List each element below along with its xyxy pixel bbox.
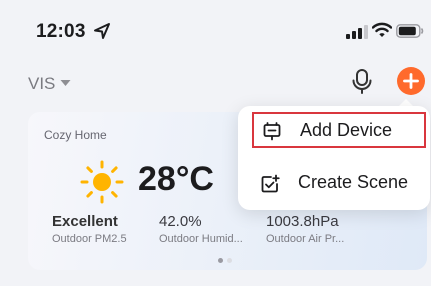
create-scene-icon bbox=[261, 174, 280, 193]
microphone-icon[interactable] bbox=[350, 68, 374, 94]
page-dot-active bbox=[218, 258, 223, 263]
add-icon bbox=[403, 73, 419, 89]
metric-value: Excellent bbox=[52, 213, 118, 230]
menu-item-label: Add Device bbox=[300, 120, 393, 140]
chevron-down-icon[interactable] bbox=[60, 79, 71, 87]
metric-value: 42.0% bbox=[159, 213, 202, 230]
menu-item-create-scene[interactable]: Create Scene bbox=[252, 164, 422, 204]
menu-item-add-device[interactable]: Add Device bbox=[252, 112, 426, 148]
page-indicator bbox=[218, 250, 236, 268]
cellular-signal-icon bbox=[346, 25, 368, 39]
battery-icon bbox=[396, 24, 424, 38]
add-menu-popup: Add Device Create Scene bbox=[238, 106, 430, 210]
metric-pm25: Excellent Outdoor PM2.5 bbox=[52, 213, 127, 245]
location-arrow-icon bbox=[94, 23, 110, 39]
metric-humidity: 42.0% Outdoor Humid... bbox=[159, 213, 243, 245]
metric-label: Outdoor Air Pr... bbox=[266, 233, 345, 245]
status-bar: 12:03 bbox=[0, 0, 431, 56]
temperature-value: 28°C bbox=[138, 160, 214, 198]
page-dot bbox=[227, 258, 232, 263]
wifi-icon bbox=[372, 22, 392, 37]
metric-label: Outdoor Humid... bbox=[159, 233, 243, 245]
add-device-icon bbox=[263, 122, 281, 141]
metric-value: 1003.8hPa bbox=[266, 213, 339, 230]
menu-item-label: Create Scene bbox=[298, 172, 409, 192]
metric-air-pressure: 1003.8hPa Outdoor Air Pr... bbox=[266, 213, 344, 245]
status-time: 12:03 bbox=[36, 21, 86, 42]
metric-label: Outdoor PM2.5 bbox=[52, 233, 127, 245]
sun-icon bbox=[80, 160, 124, 204]
home-name[interactable]: VIS bbox=[28, 74, 55, 94]
card-title: Cozy Home bbox=[44, 128, 107, 142]
add-button[interactable] bbox=[397, 67, 425, 95]
